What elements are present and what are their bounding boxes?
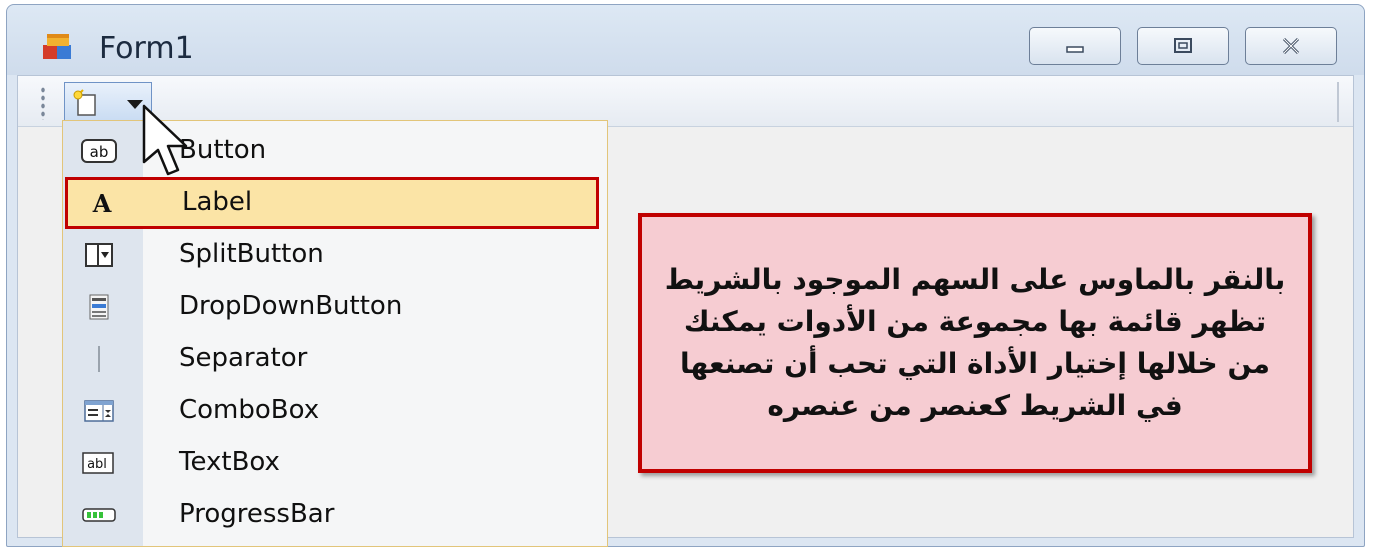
window-title: Form1 (99, 31, 194, 66)
menu-item-label: TextBox (179, 447, 280, 477)
svg-text:abl: abl (87, 457, 107, 472)
maximize-button[interactable] (1137, 27, 1229, 65)
menu-item-dropdownbutton[interactable]: DropDownButton (63, 281, 607, 333)
textbox-abl-icon: abl (82, 452, 114, 474)
new-item-icon (73, 89, 96, 116)
minimize-button[interactable] (1029, 27, 1121, 65)
menu-item-combobox[interactable]: ComboBox (63, 385, 607, 437)
maximize-icon (1174, 38, 1192, 53)
label-a-icon: A (92, 190, 112, 216)
progressbar-icon (82, 508, 116, 522)
menu-item-progressbar[interactable]: ProgressBar (63, 489, 607, 541)
menu-item-splitbutton[interactable]: SplitButton (63, 229, 607, 281)
menu-item-textbox[interactable]: abl TextBox (63, 437, 607, 489)
callout-note: بالنقر بالماوس على السهم الموجود بالشريط… (638, 213, 1312, 473)
form-app-icon (43, 34, 71, 59)
menu-item-label: Separator (179, 343, 308, 373)
menu-item-label: ComboBox (179, 395, 320, 425)
toolstrip-edge (1337, 82, 1339, 122)
callout-note-text: بالنقر بالماوس على السهم الموجود بالشريط… (664, 263, 1286, 422)
menu-item-label: Label (182, 187, 253, 217)
menu-item-separator[interactable]: Separator (63, 333, 607, 385)
menu-item-label: DropDownButton (179, 291, 403, 321)
combobox-icon (84, 400, 114, 422)
separator-icon (98, 346, 100, 372)
menu-item-label: ProgressBar (179, 499, 335, 529)
toolstrip-grip[interactable] (40, 86, 46, 120)
close-icon (1282, 37, 1300, 55)
dropdown-button-icon (89, 294, 109, 320)
menu-item-label: SplitButton (179, 239, 324, 269)
title-bar[interactable]: Form1 (7, 5, 1364, 75)
close-button[interactable] (1245, 27, 1337, 65)
split-button-icon (85, 243, 113, 267)
minimize-icon (1066, 46, 1084, 53)
svg-text:ab: ab (90, 143, 109, 161)
mouse-pointer-icon (142, 104, 188, 176)
button-ab-icon: ab (81, 139, 117, 163)
svg-text:A: A (92, 190, 112, 216)
